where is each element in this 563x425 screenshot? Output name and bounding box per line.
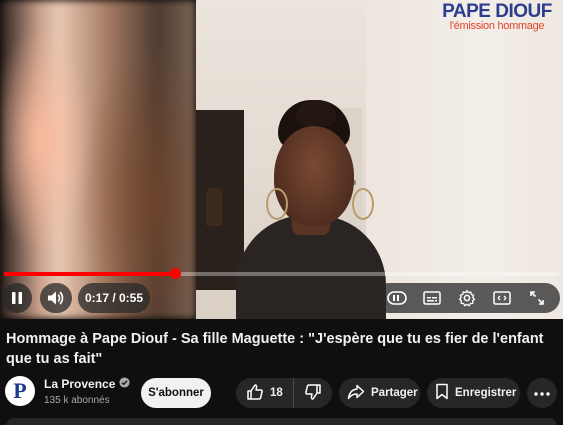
thumbs-up-icon	[246, 383, 264, 404]
save-label: Enregistrer	[455, 387, 517, 399]
volume-icon	[43, 285, 69, 311]
volume-button[interactable]	[40, 283, 72, 313]
pause-button[interactable]	[2, 283, 32, 313]
share-icon	[347, 384, 365, 403]
channel-avatar-letter: P	[13, 378, 27, 403]
video-player[interactable]: PAPE DIOUF l'émission hommage 0:17 / 0:5…	[0, 0, 563, 319]
player-right-controls	[374, 283, 560, 313]
thumbs-down-icon	[304, 383, 322, 404]
channel-avatar[interactable]: P	[5, 376, 35, 406]
theater-mode-icon[interactable]	[489, 285, 515, 311]
save-button[interactable]: Enregistrer	[427, 378, 520, 408]
brand-title: PAPE DIOUF	[442, 1, 552, 22]
dislike-button[interactable]	[294, 378, 332, 408]
pause-icon	[4, 285, 30, 311]
like-count: 18	[270, 387, 283, 399]
settings-icon[interactable]	[454, 285, 480, 311]
progress-bar[interactable]	[4, 268, 559, 279]
fullscreen-icon[interactable]	[524, 285, 550, 311]
subscriber-count: 135 k abonnés	[44, 395, 110, 406]
description-box[interactable]	[6, 418, 557, 425]
share-button[interactable]: Partager	[339, 378, 420, 408]
verified-badge-icon	[119, 377, 130, 391]
bookmark-icon	[435, 383, 449, 403]
time-display: 0:17 / 0:55	[78, 283, 150, 313]
brand-subtitle: l'émission hommage	[449, 20, 545, 32]
video-title: Hommage à Pape Diouf - Sa fille Maguette…	[6, 331, 544, 367]
channel-name-row[interactable]: La Provence	[44, 377, 130, 391]
progress-fill	[4, 272, 176, 276]
miniplayer-toggle-icon[interactable]	[384, 285, 410, 311]
subtitles-icon[interactable]	[419, 285, 445, 311]
channel-name[interactable]: La Provence	[44, 377, 115, 391]
more-actions-button[interactable]	[527, 378, 557, 408]
more-horizontal-icon	[534, 387, 550, 399]
video-shelf	[196, 110, 244, 290]
like-dislike-group: 18	[236, 378, 332, 408]
overlay-brand-logo: PAPE DIOUF l'émission hommage	[431, 2, 563, 32]
subscribe-button[interactable]: S'abonner	[141, 378, 211, 408]
share-label: Partager	[371, 387, 418, 399]
like-button[interactable]: 18	[236, 378, 294, 408]
